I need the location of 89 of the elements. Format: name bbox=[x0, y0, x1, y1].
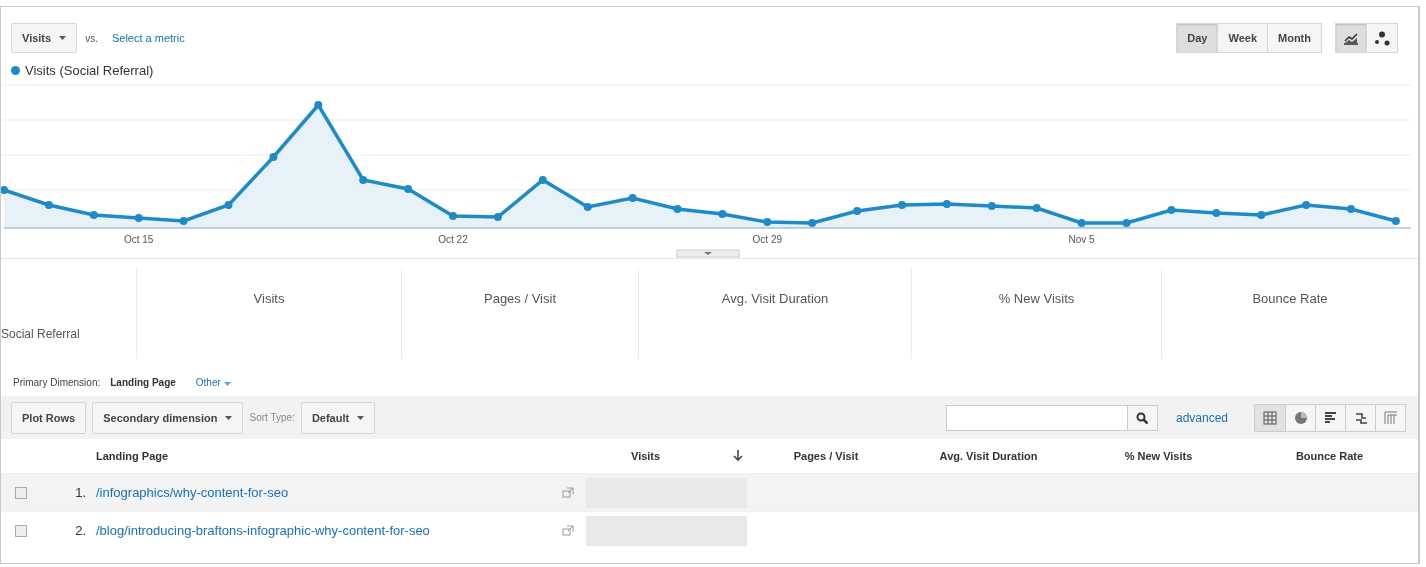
caret-icon bbox=[357, 415, 365, 420]
data-point bbox=[583, 203, 592, 211]
external-link-icon bbox=[562, 525, 574, 536]
period-button[interactable]: Day bbox=[1176, 23, 1219, 53]
column-header[interactable]: Bounce Rate bbox=[1241, 450, 1418, 462]
column-header[interactable]: Visits bbox=[631, 450, 661, 462]
axis-label: Nov 5 bbox=[1068, 234, 1095, 245]
column-header[interactable]: % New Visits bbox=[1076, 450, 1241, 462]
data-point bbox=[493, 213, 502, 221]
pie-chart-icon bbox=[1293, 410, 1308, 425]
caret-icon bbox=[225, 415, 233, 420]
data-point bbox=[718, 210, 727, 218]
column-header[interactable]: Pages / Visit bbox=[751, 450, 901, 462]
segment-label: Social Referral bbox=[1, 326, 81, 341]
data-point bbox=[942, 200, 951, 208]
data-point bbox=[89, 211, 98, 219]
data-point bbox=[224, 201, 233, 209]
vs-label: vs. bbox=[85, 32, 98, 44]
data-point bbox=[1347, 205, 1355, 213]
data-point bbox=[269, 153, 278, 161]
row-checkbox[interactable] bbox=[15, 524, 27, 537]
axis-label: Oct 29 bbox=[752, 234, 783, 245]
summary-heading: Pages / Visit bbox=[484, 291, 556, 306]
period-button[interactable]: Week bbox=[1217, 23, 1268, 53]
search-icon bbox=[1136, 411, 1149, 424]
data-point bbox=[1257, 211, 1266, 219]
sort-type-dropdown[interactable]: Default bbox=[300, 401, 376, 434]
data-point bbox=[44, 201, 53, 209]
caret-icon bbox=[223, 382, 231, 386]
chart-type-button[interactable] bbox=[1366, 23, 1398, 53]
data-point bbox=[763, 218, 772, 226]
data-point bbox=[1032, 204, 1041, 212]
row-number: 2. bbox=[74, 523, 87, 538]
data-point bbox=[314, 101, 323, 109]
table-view-icon bbox=[1263, 410, 1277, 425]
summary-heading: Bounce Rate bbox=[1252, 291, 1328, 306]
data-point bbox=[1077, 219, 1086, 227]
caret-icon bbox=[59, 36, 67, 40]
row-number: 1. bbox=[74, 485, 87, 500]
sort-arrow-icon bbox=[733, 450, 743, 461]
data-point bbox=[449, 212, 457, 220]
data-point bbox=[898, 201, 906, 209]
metric-dropdown[interactable]: Visits bbox=[11, 23, 78, 53]
search-button[interactable] bbox=[1126, 405, 1157, 430]
data-point bbox=[179, 217, 188, 225]
search-field[interactable] bbox=[945, 404, 1158, 431]
period-button[interactable]: Month bbox=[1267, 23, 1322, 53]
dimension-label: Primary Dimension: bbox=[13, 377, 101, 388]
data-point bbox=[359, 176, 368, 184]
chart-type-button[interactable] bbox=[1335, 23, 1367, 53]
data-point bbox=[853, 207, 862, 215]
summary-heading: Avg. Visit Duration bbox=[721, 291, 829, 306]
data-point bbox=[1122, 219, 1131, 227]
column-header[interactable]: Avg. Visit Duration bbox=[901, 450, 1076, 462]
data-point bbox=[1212, 209, 1221, 217]
legend-label: Visits (Social Referral) bbox=[25, 63, 154, 78]
secondary-dimension-dropdown[interactable]: Secondary dimension bbox=[92, 401, 244, 434]
data-point bbox=[808, 219, 817, 227]
axis-label: Oct 15 bbox=[123, 234, 154, 245]
landing-page-link[interactable]: /blog/introducing-braftons-infographic-why-content-for-seo bbox=[96, 523, 430, 538]
pivot-table-icon bbox=[1383, 410, 1398, 425]
resize-handle[interactable] bbox=[676, 249, 740, 258]
line-chart-icon bbox=[1343, 30, 1359, 46]
dimension-value: Landing Page bbox=[110, 377, 176, 388]
comparison-icon bbox=[1353, 410, 1368, 425]
data-point bbox=[673, 205, 682, 213]
data-point bbox=[1302, 201, 1311, 209]
column-header[interactable]: Landing Page bbox=[96, 450, 586, 462]
data-point bbox=[1, 186, 8, 194]
external-link-icon bbox=[562, 487, 574, 498]
data-point bbox=[134, 214, 143, 222]
row-checkbox[interactable] bbox=[15, 486, 27, 499]
select-metric-link[interactable]: Select a metric bbox=[111, 32, 185, 44]
summary-heading: % New Visits bbox=[998, 291, 1075, 306]
data-point bbox=[1391, 217, 1400, 225]
summary-heading: Visits bbox=[253, 291, 285, 306]
landing-page-link[interactable]: /infographics/why-content-for-seo bbox=[96, 485, 289, 500]
bar-chart-icon bbox=[1323, 410, 1338, 425]
data-point bbox=[538, 176, 547, 184]
other-dimension-link[interactable]: Other bbox=[195, 377, 231, 388]
data-point bbox=[1167, 206, 1176, 214]
advanced-link[interactable]: advanced bbox=[1175, 410, 1228, 425]
data-point bbox=[404, 185, 413, 193]
data-point bbox=[987, 202, 996, 210]
plot-rows-button[interactable]: Plot Rows bbox=[11, 401, 87, 434]
bubbles-icon bbox=[1374, 30, 1390, 46]
data-point bbox=[628, 194, 637, 202]
sort-type-label: Sort Type: bbox=[249, 412, 295, 423]
axis-label: Oct 22 bbox=[438, 234, 468, 245]
